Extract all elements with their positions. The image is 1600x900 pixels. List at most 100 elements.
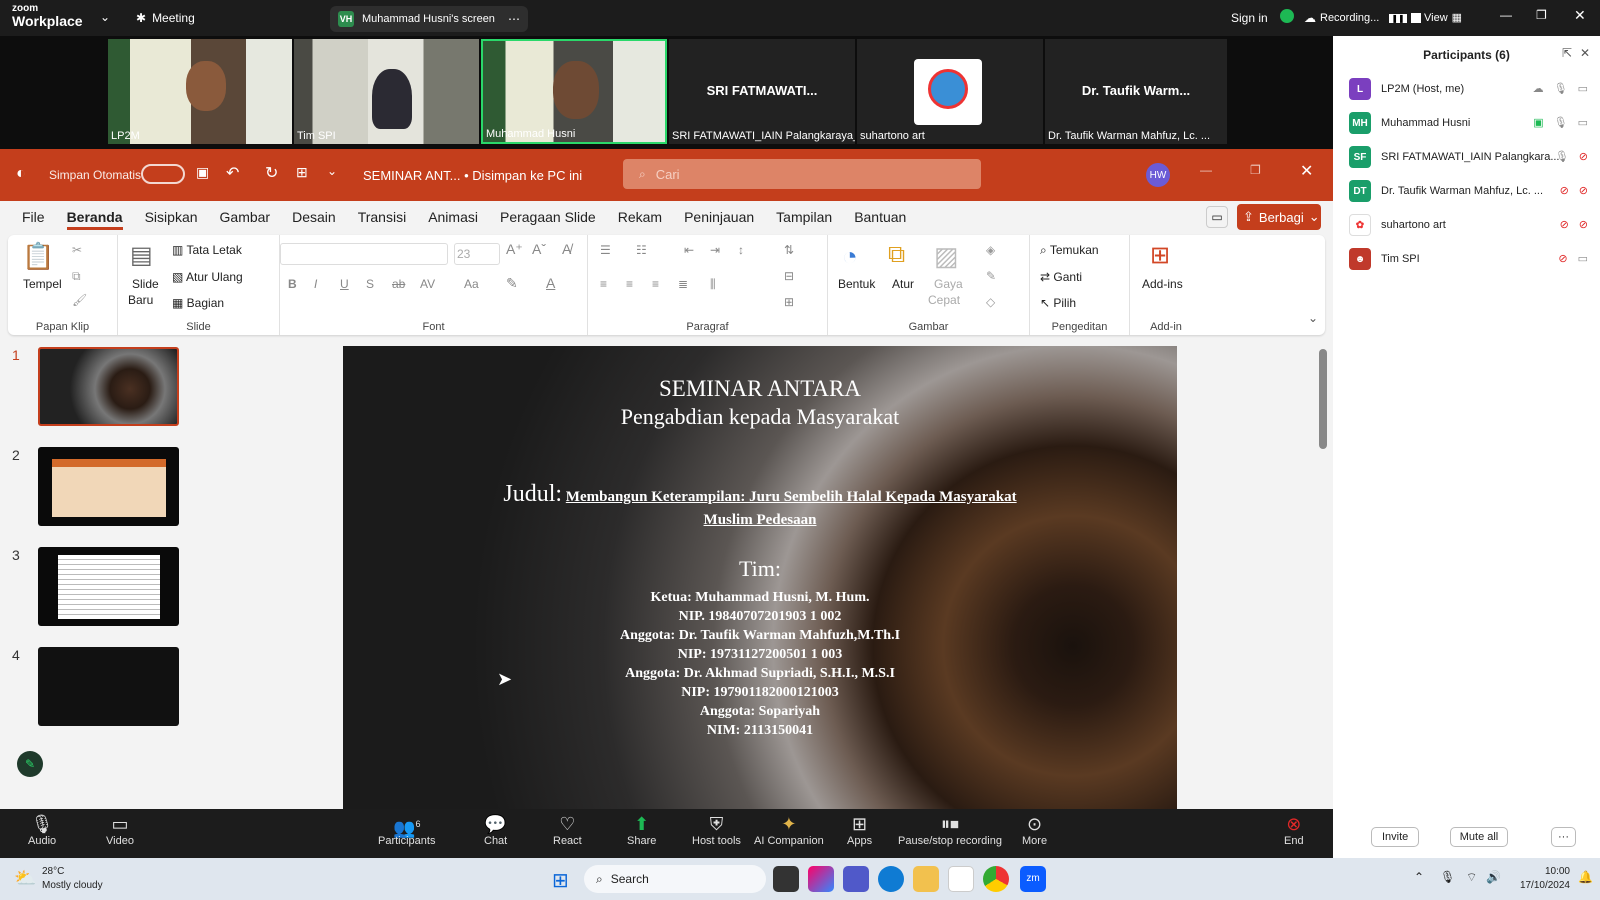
new-slide-icon[interactable]: ▤: [130, 241, 153, 270]
video-tile[interactable]: Dr. Taufik Warm... Dr. Taufik Warman Mah…: [1045, 39, 1227, 144]
video-button[interactable]: ▭ Video: [106, 813, 134, 847]
slide-thumbnail[interactable]: [38, 447, 179, 526]
mic-off-icon[interactable]: ⊘: [1560, 218, 1569, 231]
react-button[interactable]: ♡ React: [553, 813, 582, 847]
shrink-font-icon[interactable]: Aˇ: [532, 241, 546, 257]
video-tile[interactable]: LP2M: [108, 39, 292, 144]
pen-icon[interactable]: ✎: [17, 751, 43, 777]
find-button[interactable]: ⌕ Temukan: [1040, 243, 1099, 258]
stop-icon[interactable]: [1410, 13, 1421, 23]
slide-thumbnail[interactable]: [38, 347, 179, 426]
maximize-icon[interactable]: ❐: [1536, 8, 1547, 22]
meeting-menu[interactable]: ✱ Meeting: [136, 11, 195, 25]
document-title[interactable]: SEMINAR ANT... • Disimpan ke PC ini: [363, 168, 582, 183]
tab-peninjauan[interactable]: Peninjauan: [684, 209, 754, 225]
font-size-select[interactable]: 23: [454, 243, 500, 265]
participant-row[interactable]: MH Muhammad Husni ▣ 🎙 ▭: [1333, 106, 1600, 140]
video-off-icon[interactable]: ⊘: [1579, 150, 1588, 163]
justify-icon[interactable]: ≣: [678, 277, 688, 291]
taskbar-search[interactable]: ⌕ Search: [584, 865, 766, 893]
chat-button[interactable]: 💬 Chat: [484, 813, 507, 847]
vertical-scrollbar[interactable]: [1319, 339, 1329, 799]
mute-all-button[interactable]: Mute all: [1450, 827, 1508, 847]
mic-icon[interactable]: 🎙: [1554, 82, 1568, 95]
more-button[interactable]: ···: [1551, 827, 1576, 847]
tab-transisi[interactable]: Transisi: [358, 209, 407, 225]
slide-canvas[interactable]: SEMINAR ANTARA Pengabdian kepada Masyara…: [343, 346, 1177, 809]
format-painter-icon[interactable]: 🖌: [72, 293, 87, 307]
line-spacing-icon[interactable]: ↕: [738, 243, 744, 257]
chrome-icon[interactable]: [983, 866, 1009, 892]
sign-in-link[interactable]: Sign in: [1231, 11, 1268, 25]
align-center-icon[interactable]: ≡: [626, 277, 633, 291]
participant-row[interactable]: L LP2M (Host, me) ☁ 🎙 ▭: [1333, 72, 1600, 106]
host-tools-button[interactable]: ⛨ Host tools: [692, 813, 741, 847]
numbering-icon[interactable]: ☷: [636, 243, 647, 257]
user-avatar[interactable]: HW: [1146, 163, 1170, 187]
bold-icon[interactable]: B: [288, 277, 297, 291]
section-button[interactable]: ▦ Bagian: [172, 296, 224, 310]
arrange-label[interactable]: Atur: [892, 277, 914, 291]
align-left-icon[interactable]: ≡: [600, 277, 607, 291]
smartart-icon[interactable]: ⊞: [784, 295, 794, 309]
shape-outline-icon[interactable]: ✎: [986, 269, 996, 283]
new-slide-label-2[interactable]: Baru: [128, 293, 153, 307]
cut-icon[interactable]: ✂: [72, 243, 82, 257]
video-camera-icon[interactable]: ▭: [1578, 252, 1588, 265]
audio-button[interactable]: 🎙 Audio: [28, 813, 56, 847]
view-menu[interactable]: View ▦: [1424, 11, 1462, 25]
weather-text[interactable]: Mostly cloudy: [42, 880, 103, 891]
invite-button[interactable]: Invite: [1371, 827, 1420, 847]
strikethrough-icon[interactable]: ab: [392, 277, 405, 291]
tab-animasi[interactable]: Animasi: [428, 209, 478, 225]
align-right-icon[interactable]: ≡: [652, 277, 659, 291]
more-button[interactable]: ⊙ More: [1022, 813, 1047, 847]
minimize-icon[interactable]: —: [1500, 8, 1512, 22]
shapes-icon[interactable]: ◔: [842, 241, 858, 272]
shapes-label[interactable]: Bentuk: [838, 277, 875, 291]
customize-icon[interactable]: ⌄: [327, 164, 337, 178]
windows-start-icon[interactable]: ⊞: [552, 868, 569, 893]
italic-icon[interactable]: I: [314, 277, 317, 291]
underline-icon[interactable]: U: [340, 277, 349, 291]
paste-label[interactable]: Tempel: [23, 277, 62, 291]
text-direction-icon[interactable]: ⇅: [784, 243, 794, 257]
tab-file[interactable]: File: [22, 209, 45, 225]
tab-bantuan[interactable]: Bantuan: [854, 209, 906, 225]
shape-effects-icon[interactable]: ◇: [986, 295, 995, 309]
video-tile[interactable]: suhartono art: [857, 39, 1043, 144]
notification-bell-icon[interactable]: 🔔: [1578, 870, 1593, 884]
minimize-icon[interactable]: —: [1200, 163, 1212, 177]
quick-styles-label-2[interactable]: Cepat: [928, 293, 960, 307]
apps-button[interactable]: ⊞ Apps: [847, 813, 872, 847]
shape-fill-icon[interactable]: ◈: [986, 243, 995, 257]
slide-thumbnail[interactable]: [38, 647, 179, 726]
highlight-icon[interactable]: ✎: [506, 275, 518, 292]
copy-icon[interactable]: ⧉: [72, 269, 81, 284]
chevron-down-icon[interactable]: ⌄: [100, 10, 110, 24]
tab-rekam[interactable]: Rekam: [618, 209, 662, 225]
chevron-down-icon[interactable]: ⌄: [1308, 311, 1318, 325]
popout-icon[interactable]: ⇱: [1562, 46, 1572, 60]
end-button[interactable]: ⊗ End: [1284, 813, 1304, 847]
quick-styles-icon[interactable]: ▨: [934, 241, 959, 272]
participant-row[interactable]: ✿ suhartono art ⊘ ⊘: [1333, 208, 1600, 242]
pause-stop-recording-button[interactable]: ⏸⏹ Pause/stop recording: [898, 813, 1002, 847]
mic-icon[interactable]: 🎙: [1554, 116, 1568, 129]
addins-icon[interactable]: ⊞: [1150, 241, 1170, 270]
ai-companion-button[interactable]: ✦ AI Companion: [754, 813, 824, 847]
screen-share-indicator[interactable]: VH Muhammad Husni's screen ⋯: [330, 6, 528, 32]
bullets-icon[interactable]: ☰: [600, 243, 611, 257]
clock-time[interactable]: 10:00: [1530, 866, 1570, 877]
change-case-icon[interactable]: Aa: [464, 277, 479, 291]
undo-icon[interactable]: ↶: [226, 163, 239, 183]
redo-icon[interactable]: ↻: [265, 163, 278, 183]
chevron-up-icon[interactable]: ⌃: [1414, 870, 1424, 884]
char-spacing-icon[interactable]: AV: [420, 277, 435, 291]
share-screen-button[interactable]: ⬆ Share: [627, 813, 656, 847]
weather-temp[interactable]: 28°C: [42, 866, 64, 877]
participants-button[interactable]: 👥6 Participants: [378, 813, 435, 847]
share-button[interactable]: ⇪ Berbagi ⌄: [1237, 204, 1321, 230]
decrease-indent-icon[interactable]: ⇤: [684, 243, 694, 257]
mic-off-icon[interactable]: ⊘: [1560, 184, 1569, 197]
